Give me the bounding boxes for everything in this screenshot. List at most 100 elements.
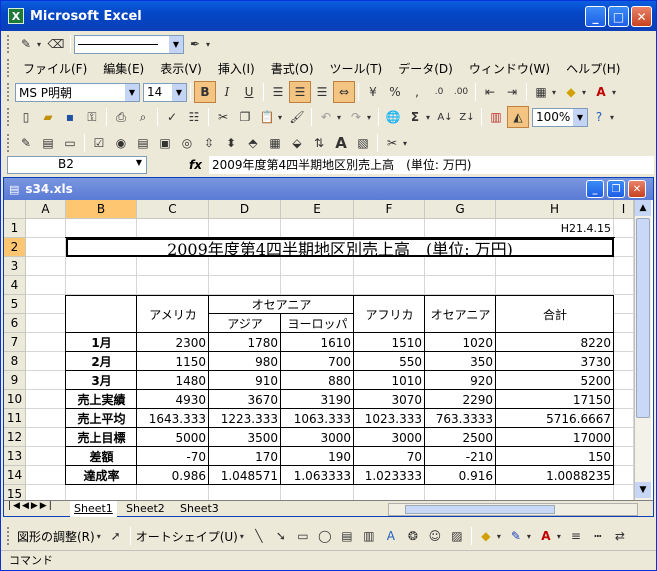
row-label[interactable]: 売上実績 [66,390,137,409]
value-cell[interactable]: 1610 [281,333,354,352]
chevron-down-icon[interactable]: ▾ [527,532,535,541]
align-right-icon[interactable]: ☰ [311,81,333,103]
value-cell[interactable]: 1480 [137,371,209,390]
decrease-decimal-icon[interactable]: .00 [450,81,472,103]
chevron-down-icon[interactable]: ▼ [125,83,139,101]
value-cell[interactable]: 1780 [209,333,281,352]
value-cell[interactable]: -210 [425,447,496,466]
sort-descending-icon[interactable]: Z↓ [456,106,478,128]
value-cell[interactable]: 0.916 [425,466,496,485]
chevron-down-icon[interactable]: ▾ [367,113,375,122]
permission-icon[interactable]: ⚿ [81,106,103,128]
value-cell[interactable]: 8220 [496,333,614,352]
value-cell[interactable]: 1150 [137,352,209,371]
horizontal-scrollbar[interactable] [388,503,638,516]
header-europe[interactable]: ヨーロッパ [281,314,354,333]
font-name-select[interactable]: MS P明朝 ▼ [15,82,140,102]
percent-button[interactable]: % [384,81,406,103]
redo-icon[interactable]: ↷ [345,106,367,128]
value-cell[interactable]: -70 [137,447,209,466]
menu-tools[interactable]: ツール(T) [322,60,391,77]
spelling-icon[interactable]: ✓ [161,106,183,128]
chevron-down-icon[interactable]: ▼ [136,158,142,167]
value-cell[interactable]: 700 [281,352,354,371]
chevron-down-icon[interactable]: ▾ [278,113,286,122]
column-header[interactable]: E [281,200,354,219]
code-icon[interactable]: ▦ [264,132,286,154]
autosum-button[interactable]: Σ [404,106,426,128]
value-cell[interactable]: 1023.333 [354,409,425,428]
workbook-minimize-button[interactable]: _ [586,180,604,198]
save-icon[interactable]: ▪ [59,106,81,128]
italic-button[interactable]: I [216,81,238,103]
option-button-icon[interactable]: ◉ [110,132,132,154]
value-cell[interactable]: 17150 [496,390,614,409]
value-cell[interactable]: 170 [209,447,281,466]
increase-decimal-icon[interactable]: .0 [428,81,450,103]
fill-color-icon[interactable]: ◆ [560,81,582,103]
pen-color-icon[interactable]: ✒ [184,33,206,55]
line-icon[interactable]: ╲ [248,525,270,547]
maximize-button[interactable]: □ [608,6,629,27]
scroll-up-icon[interactable]: ▲ [635,200,651,216]
value-cell[interactable]: 3670 [209,390,281,409]
column-header[interactable]: D [209,200,281,219]
combo-box-icon[interactable]: ▣ [154,132,176,154]
value-cell[interactable]: 3000 [281,428,354,447]
value-cell[interactable]: 3000 [354,428,425,447]
close-button[interactable]: ✕ [631,6,652,27]
tab-sheet2[interactable]: Sheet2 [122,501,169,517]
value-cell[interactable]: 880 [281,371,354,390]
bar-icon[interactable]: ⇅ [308,132,330,154]
row-label[interactable]: 2月 [66,352,137,371]
name-box[interactable]: B2 ▼ [7,156,147,174]
select-pointer-icon[interactable]: ➚ [105,525,127,547]
font-size-select[interactable]: 14 ▼ [143,82,187,102]
value-cell[interactable]: 1.048571 [209,466,281,485]
zoom-select[interactable]: 100% ▼ [532,107,588,127]
spinner-icon[interactable]: ⬍ [220,132,242,154]
menu-window[interactable]: ウィンドウ(W) [461,60,558,77]
value-cell[interactable]: 4930 [137,390,209,409]
row-header[interactable]: 8 [4,352,26,371]
column-header[interactable]: A [26,200,66,219]
vertical-scrollbar[interactable]: ▲ ▼ [634,200,651,500]
value-cell[interactable]: 1.0088235 [496,466,614,485]
chevron-down-icon[interactable]: ▾ [337,113,345,122]
value-cell[interactable]: 70 [354,447,425,466]
toolbar-grip[interactable] [7,108,11,126]
radio-icon[interactable]: ◎ [176,132,198,154]
header-africa[interactable]: アフリカ [354,295,425,333]
row-header[interactable]: 12 [4,428,26,447]
menu-data[interactable]: データ(D) [390,60,461,77]
print-preview-icon[interactable]: ⌕ [132,106,154,128]
chevron-down-icon[interactable]: ▾ [240,532,248,541]
chevron-down-icon[interactable]: ▾ [612,88,620,97]
chevron-down-icon[interactable]: ▾ [582,88,590,97]
tab-sheet1[interactable]: Sheet1 [70,501,117,517]
value-cell[interactable]: 763.3333 [425,409,496,428]
value-cell[interactable]: 1063.333 [281,409,354,428]
eraser-icon[interactable]: ⌫ [45,33,67,55]
decrease-indent-icon[interactable]: ⇤ [479,81,501,103]
scroll-bar-icon[interactable]: ⇳ [198,132,220,154]
value-cell[interactable]: 1510 [354,333,425,352]
sort-ascending-icon[interactable]: A↓ [434,106,456,128]
hscroll-thumb[interactable] [405,505,555,514]
hyperlink-icon[interactable]: 🌐 [382,106,404,128]
fill-color-icon[interactable]: ◆ [475,525,497,547]
copy-icon[interactable]: ❐ [234,106,256,128]
scroll-thumb[interactable] [636,218,650,418]
value-cell[interactable]: 1.023333 [354,466,425,485]
column-header[interactable]: B [66,200,137,219]
oval-icon[interactable]: ◯ [314,525,336,547]
value-cell[interactable]: 5200 [496,371,614,390]
grid-icon[interactable]: ⬙ [286,132,308,154]
chevron-down-icon[interactable]: ▾ [37,40,45,49]
increase-indent-icon[interactable]: ⇥ [501,81,523,103]
toolbar-grip[interactable] [7,59,11,77]
autoshapes-menu[interactable]: オートシェイプ(U) [134,528,240,545]
menu-file[interactable]: ファイル(F) [15,60,95,77]
value-cell[interactable]: 1020 [425,333,496,352]
value-cell[interactable]: 5716.6667 [496,409,614,428]
